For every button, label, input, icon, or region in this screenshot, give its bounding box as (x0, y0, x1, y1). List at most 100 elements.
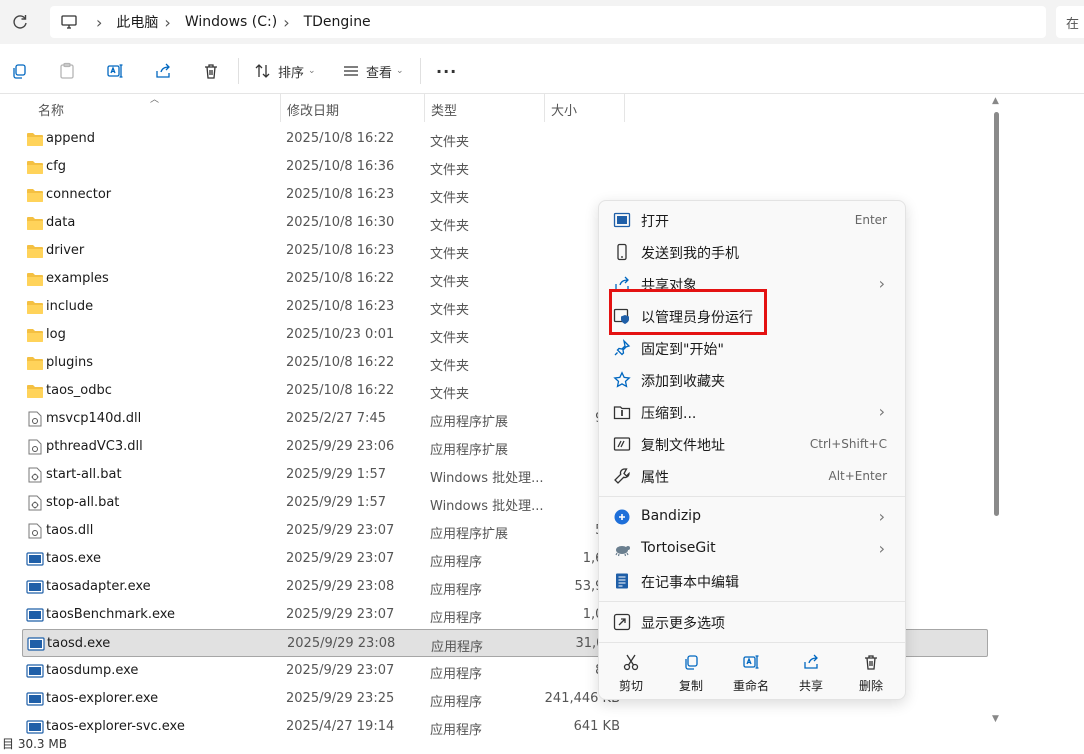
file-name: include (46, 299, 94, 314)
exe-file-icon (27, 636, 45, 652)
file-name: pthreadVC3.dll (46, 439, 143, 454)
column-size[interactable]: 大小 (551, 100, 577, 119)
scroll-up-icon[interactable]: ▲ (992, 96, 999, 106)
menu-item-properties[interactable]: 属性 Alt+Enter (603, 461, 901, 491)
column-divider[interactable] (424, 94, 425, 122)
scroll-down-icon[interactable]: ▼ (992, 714, 999, 724)
wrench-icon (614, 468, 630, 484)
column-divider[interactable] (624, 94, 625, 122)
batch-file-icon (26, 495, 44, 511)
refresh-icon[interactable] (10, 12, 30, 32)
vertical-scrollbar[interactable]: ▲ ▼ (990, 94, 1004, 734)
scrollbar-thumb[interactable] (994, 112, 999, 516)
quick-action-delete[interactable]: 删除 (843, 651, 899, 695)
chevron-right-icon: › (878, 402, 885, 421)
menu-item-compress-to[interactable]: 压缩到... › (603, 397, 901, 427)
rename-button[interactable] (106, 60, 124, 82)
file-date: 2025/10/8 16:30 (286, 215, 395, 230)
file-date: 2025/2/27 7:45 (286, 411, 386, 426)
paste-icon (60, 62, 74, 79)
file-type: 应用程序 (430, 583, 483, 598)
column-type[interactable]: 类型 (431, 100, 457, 119)
file-type: 文件夹 (430, 331, 470, 346)
sort-button[interactable]: 排序 ⌄ (254, 60, 316, 82)
search-input[interactable]: 在 (1056, 6, 1084, 38)
dll-file-icon (26, 411, 44, 427)
file-date: 2025/9/29 1:57 (286, 467, 386, 482)
chevron-right-icon: › (878, 507, 885, 526)
breadcrumb-this-pc[interactable]: 此电脑 (116, 12, 158, 32)
quick-action-share[interactable]: 共享 (783, 651, 839, 695)
tortoise-icon (615, 546, 630, 557)
file-type: 文件夹 (430, 247, 470, 262)
address-bar: › 此电脑 › Windows (C:) › TDengine 在 (0, 0, 1084, 44)
command-bar: 排序 ⌄ 查看 ⌄ ··· (0, 48, 1084, 94)
batch-file-icon (26, 467, 44, 483)
chevron-down-icon: ⌄ (396, 66, 404, 76)
menu-item-edit-in-notepad[interactable]: 在记事本中编辑 (603, 566, 901, 596)
menu-divider (599, 496, 905, 497)
file-name: taos.dll (46, 523, 94, 538)
delete-button[interactable] (202, 60, 220, 82)
file-type: 应用程序扩展 (430, 415, 509, 430)
menu-item-send-to-phone[interactable]: 发送到我的手机 (603, 237, 901, 267)
column-divider[interactable] (544, 94, 545, 122)
breadcrumb-tdengine[interactable]: TDengine (304, 14, 371, 30)
column-name[interactable]: 名称 (38, 100, 64, 119)
sort-label: 排序 (278, 65, 305, 81)
menu-item-tortoisegit[interactable]: TortoiseGit › (603, 534, 901, 564)
exe-file-icon (26, 607, 44, 623)
copy-icon (13, 64, 26, 79)
menu-item-copy-path[interactable]: 复制文件地址 Ctrl+Shift+C (603, 429, 901, 459)
quick-action-copy[interactable]: 复制 (663, 651, 719, 695)
trash-icon (865, 655, 877, 670)
more-options-button[interactable]: ··· (436, 60, 457, 82)
file-row[interactable]: cfg 2025/10/8 16:36 文件夹 (22, 153, 988, 181)
quick-action-label: 剪切 (618, 679, 643, 693)
file-type: Windows 批处理... (430, 499, 544, 514)
breadcrumb[interactable]: › 此电脑 › Windows (C:) › TDengine (50, 6, 1046, 38)
share-button[interactable] (154, 60, 172, 82)
folder-icon (26, 243, 44, 259)
file-type: 应用程序 (430, 667, 483, 682)
menu-item-pin-to-start[interactable]: 固定到"开始" (603, 333, 901, 363)
file-type: 应用程序 (431, 640, 484, 655)
menu-item-add-to-favorites[interactable]: 添加到收藏夹 (603, 365, 901, 395)
file-name: taos-explorer.exe (46, 691, 159, 706)
phone-icon (617, 243, 627, 261)
file-name: examples (46, 271, 109, 286)
file-date: 2025/9/29 23:25 (286, 691, 395, 706)
paste-button[interactable] (58, 60, 76, 82)
copy-button[interactable] (10, 60, 28, 82)
quick-action-rename[interactable]: 重命名 (723, 651, 779, 695)
file-date: 2025/9/29 23:08 (287, 636, 396, 651)
menu-item-label: 压缩到... (641, 406, 697, 422)
column-date[interactable]: 修改日期 (287, 100, 339, 119)
column-divider[interactable] (280, 94, 281, 122)
file-date: 2025/9/29 1:57 (286, 495, 386, 510)
exe-file-icon (26, 719, 44, 735)
menu-item-show-more-options[interactable]: 显示更多选项 (603, 607, 901, 637)
bandizip-icon (614, 509, 630, 525)
sort-icon (255, 64, 270, 78)
folder-icon (26, 131, 44, 147)
menu-item-open[interactable]: 打开 Enter (603, 205, 901, 235)
file-type: 应用程序扩展 (430, 443, 509, 458)
quick-action-label: 删除 (858, 679, 883, 693)
quick-action-label: 共享 (798, 679, 823, 693)
share-icon (156, 63, 170, 78)
breadcrumb-drive-c[interactable]: Windows (C:) (185, 14, 277, 30)
menu-item-label: Bandizip (641, 508, 701, 524)
computer-icon[interactable] (60, 13, 78, 31)
menu-item-bandizip[interactable]: Bandizip › (603, 502, 901, 532)
quick-action-cut[interactable]: 剪切 (603, 651, 659, 695)
file-date: 2025/9/29 23:07 (286, 663, 395, 678)
file-row[interactable]: append 2025/10/8 16:22 文件夹 (22, 125, 988, 153)
menu-item-label: 属性 (641, 470, 669, 486)
quick-action-label: 重命名 (732, 679, 769, 693)
file-type: 文件夹 (430, 135, 470, 150)
view-button[interactable]: 查看 ⌄ (342, 60, 404, 82)
folder-icon (26, 355, 44, 371)
folder-icon (26, 299, 44, 315)
menu-item-label: TortoiseGit (641, 540, 716, 556)
